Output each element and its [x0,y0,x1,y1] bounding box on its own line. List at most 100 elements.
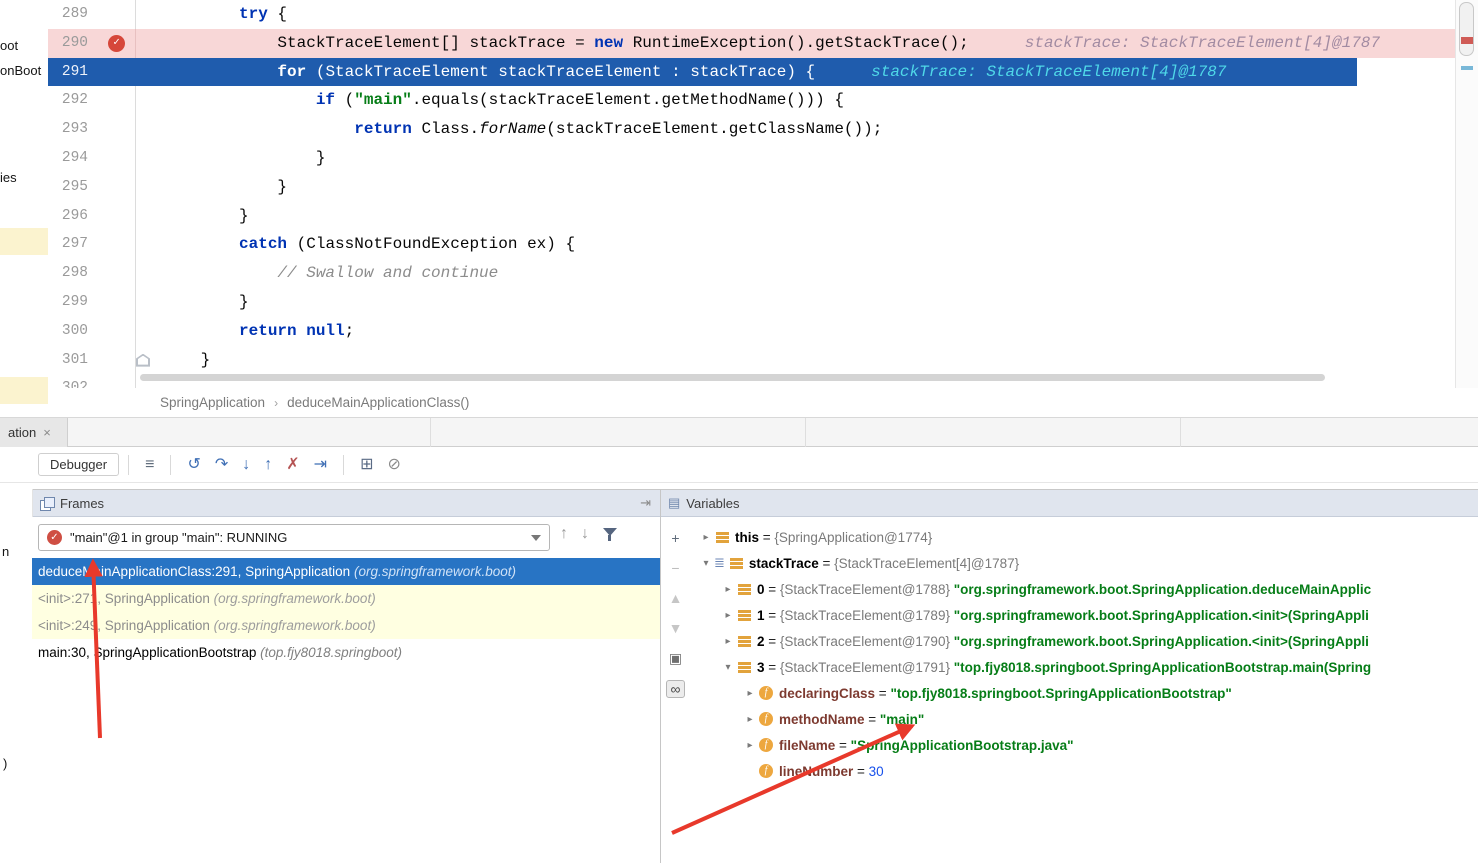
editor-tab-application[interactable]: ation × [0,418,68,447]
variable-row[interactable]: ▾3 = {StackTraceElement@1791} "top.fjy80… [690,654,1478,680]
code-line-298[interactable]: 298 // Swallow and continue [48,259,1455,288]
code-text: return null; [136,317,354,346]
toolbar-divider [128,455,129,475]
chevron-down-icon[interactable] [531,535,541,541]
frame-row[interactable]: main:30, SpringApplicationBootstrap (top… [32,639,660,666]
line-number: 291 [48,58,94,87]
duplicate-watch-icon[interactable]: ▣ [669,650,682,666]
code-line-296[interactable]: 296 } [48,202,1455,231]
code-line-290[interactable]: 290✓ StackTraceElement[] stackTrace = ne… [48,29,1455,58]
frame-row[interactable]: deduceMainApplicationClass:291, SpringAp… [32,558,660,585]
tree-chevron-icon[interactable]: ▾ [698,558,714,569]
toolbar-divider [170,455,171,475]
breakpoint-icon[interactable]: ✓ [108,35,125,52]
breadcrumb-class[interactable]: SpringApplication [160,395,265,410]
variable-row[interactable]: ▸ffileName = "SpringApplicationBootstrap… [690,732,1478,758]
gutter-icon-slot: ✓ [94,29,136,58]
tree-chevron-icon[interactable]: ▸ [720,636,736,647]
code-line-291[interactable]: 291 for (StackTraceElement stackTraceEle… [48,58,1455,87]
variable-list: ▸this = {SpringApplication@1774}▾≣stackT… [690,524,1478,784]
variable-row[interactable]: ▸this = {SpringApplication@1774} [690,524,1478,550]
code-token [143,91,316,109]
layout-settings-icon[interactable]: ≡ [145,455,154,475]
frame-package: (org.springframework.boot) [214,591,376,606]
thread-selector-dropdown[interactable]: ✓ "main"@1 in group "main": RUNNING [38,524,550,551]
line-number: 295 [48,173,94,202]
variable-row[interactable]: ▾≣stackTrace = {StackTraceElement[4]@178… [690,550,1478,576]
tree-chevron-icon[interactable]: ▸ [720,584,736,595]
code-token: .equals(stackTraceElement.getMethodName(… [412,91,844,109]
code-line-299[interactable]: 299 } [48,288,1455,317]
code-token [143,63,277,81]
frame-row[interactable]: <init>:249, SpringApplication (org.sprin… [32,612,660,639]
code-line-300[interactable]: 300 return null; [48,317,1455,346]
code-text: try { [136,0,287,29]
remove-watch-icon[interactable]: − [671,560,679,576]
next-frame-icon[interactable]: ↓ [581,525,589,543]
breadcrumb-method[interactable]: deduceMainApplicationClass() [287,395,469,410]
frame-package: (org.springframework.boot) [354,564,516,579]
variable-object-ref: {StackTraceElement@1790} [780,634,954,649]
code-line-292[interactable]: 292 if ("main".equals(stackTraceElement.… [48,86,1455,115]
variables-panel: ▸this = {SpringApplication@1774}▾≣stackT… [690,517,1478,863]
frames-pin-icon[interactable]: ⇥ [640,495,651,511]
variable-row[interactable]: ▸1 = {StackTraceElement@1789} "org.sprin… [690,602,1478,628]
variable-row[interactable]: ▸fdeclaringClass = "top.fjy8018.springbo… [690,680,1478,706]
gutter-icon-slot [94,317,136,346]
mute-breakpoints-icon[interactable]: ⊘ [387,455,400,475]
tree-chevron-icon[interactable]: ▾ [720,662,736,673]
run-to-cursor-icon[interactable]: ⇥ [314,455,327,475]
variable-name: lineNumber [779,764,853,779]
variable-row[interactable]: ▸flineNumber = 30 [690,758,1478,784]
tree-chevron-icon[interactable]: ▸ [742,714,758,725]
editor-horizontal-scrollbar[interactable] [140,374,1325,381]
tabstrip-separator [430,418,431,447]
code-line-294[interactable]: 294 } [48,144,1455,173]
add-watch-icon[interactable]: + [671,530,679,546]
tree-chevron-icon[interactable]: ▸ [720,610,736,621]
variable-row[interactable]: ▸2 = {StackTraceElement@1790} "org.sprin… [690,628,1478,654]
step-out-icon[interactable]: ↑ [264,455,272,475]
drop-frame-icon[interactable]: ✗ [286,455,299,475]
line-number: 289 [48,0,94,29]
tree-chevron-icon[interactable]: ▸ [698,532,714,543]
previous-frame-icon[interactable]: ↑ [560,525,568,543]
frame-row[interactable]: <init>:271, SpringApplication (org.sprin… [32,585,660,612]
show-watches-icon[interactable]: ∞ [666,680,686,698]
hide-library-frames-icon[interactable] [602,526,618,542]
code-line-297[interactable]: 297 catch (ClassNotFoundException ex) { [48,230,1455,259]
equals-sign: = [759,530,774,545]
move-watch-down-icon[interactable]: ▼ [669,620,683,636]
project-tree-fragment: ) [3,756,7,771]
tree-chevron-icon[interactable]: ▸ [742,688,758,699]
gutter-icon-slot [94,173,136,202]
equals-sign: = [875,686,890,701]
step-into-icon[interactable]: ↓ [242,455,250,475]
code-line-293[interactable]: 293 return Class.forName(stackTraceEleme… [48,115,1455,144]
gutter-icon-slot [94,115,136,144]
code-token: forName [479,120,546,138]
debugger-toolbar: Debugger ≡ ↺ ↷ ↓ ↑ ✗ ⇥ ⊞ ⊘ [0,447,1478,483]
gutter-icon-slot [94,144,136,173]
variable-row[interactable]: ▸0 = {StackTraceElement@1788} "org.sprin… [690,576,1478,602]
frame-package: (top.fjy8018.springboot) [260,645,402,660]
variable-row[interactable]: ▸fmethodName = "main" [690,706,1478,732]
code-line-301[interactable]: 301 } [48,346,1455,375]
breakpoint-stripe-mark[interactable] [1461,37,1473,44]
line-number: 294 [48,144,94,173]
tab-debugger[interactable]: Debugger [38,453,119,476]
execution-stripe-mark[interactable] [1461,66,1473,70]
frame-list: deduceMainApplicationClass:291, SpringAp… [32,558,660,666]
move-watch-up-icon[interactable]: ▲ [669,590,683,606]
code-editor[interactable]: 289 try {290✓ StackTraceElement[] stackT… [48,0,1455,388]
step-over-icon[interactable]: ↷ [215,455,228,475]
editor-vertical-scrollbar[interactable] [1455,0,1478,388]
view-breakpoints-icon[interactable]: ⊞ [360,455,373,475]
code-line-295[interactable]: 295 } [48,173,1455,202]
code-text: catch (ClassNotFoundException ex) { [136,230,575,259]
code-line-289[interactable]: 289 try { [48,0,1455,29]
tab-close-icon[interactable]: × [43,425,51,440]
tree-chevron-icon[interactable]: ▸ [742,740,758,751]
scrollbar-thumb[interactable] [1459,2,1474,56]
show-execution-point-icon[interactable]: ↺ [187,455,200,475]
